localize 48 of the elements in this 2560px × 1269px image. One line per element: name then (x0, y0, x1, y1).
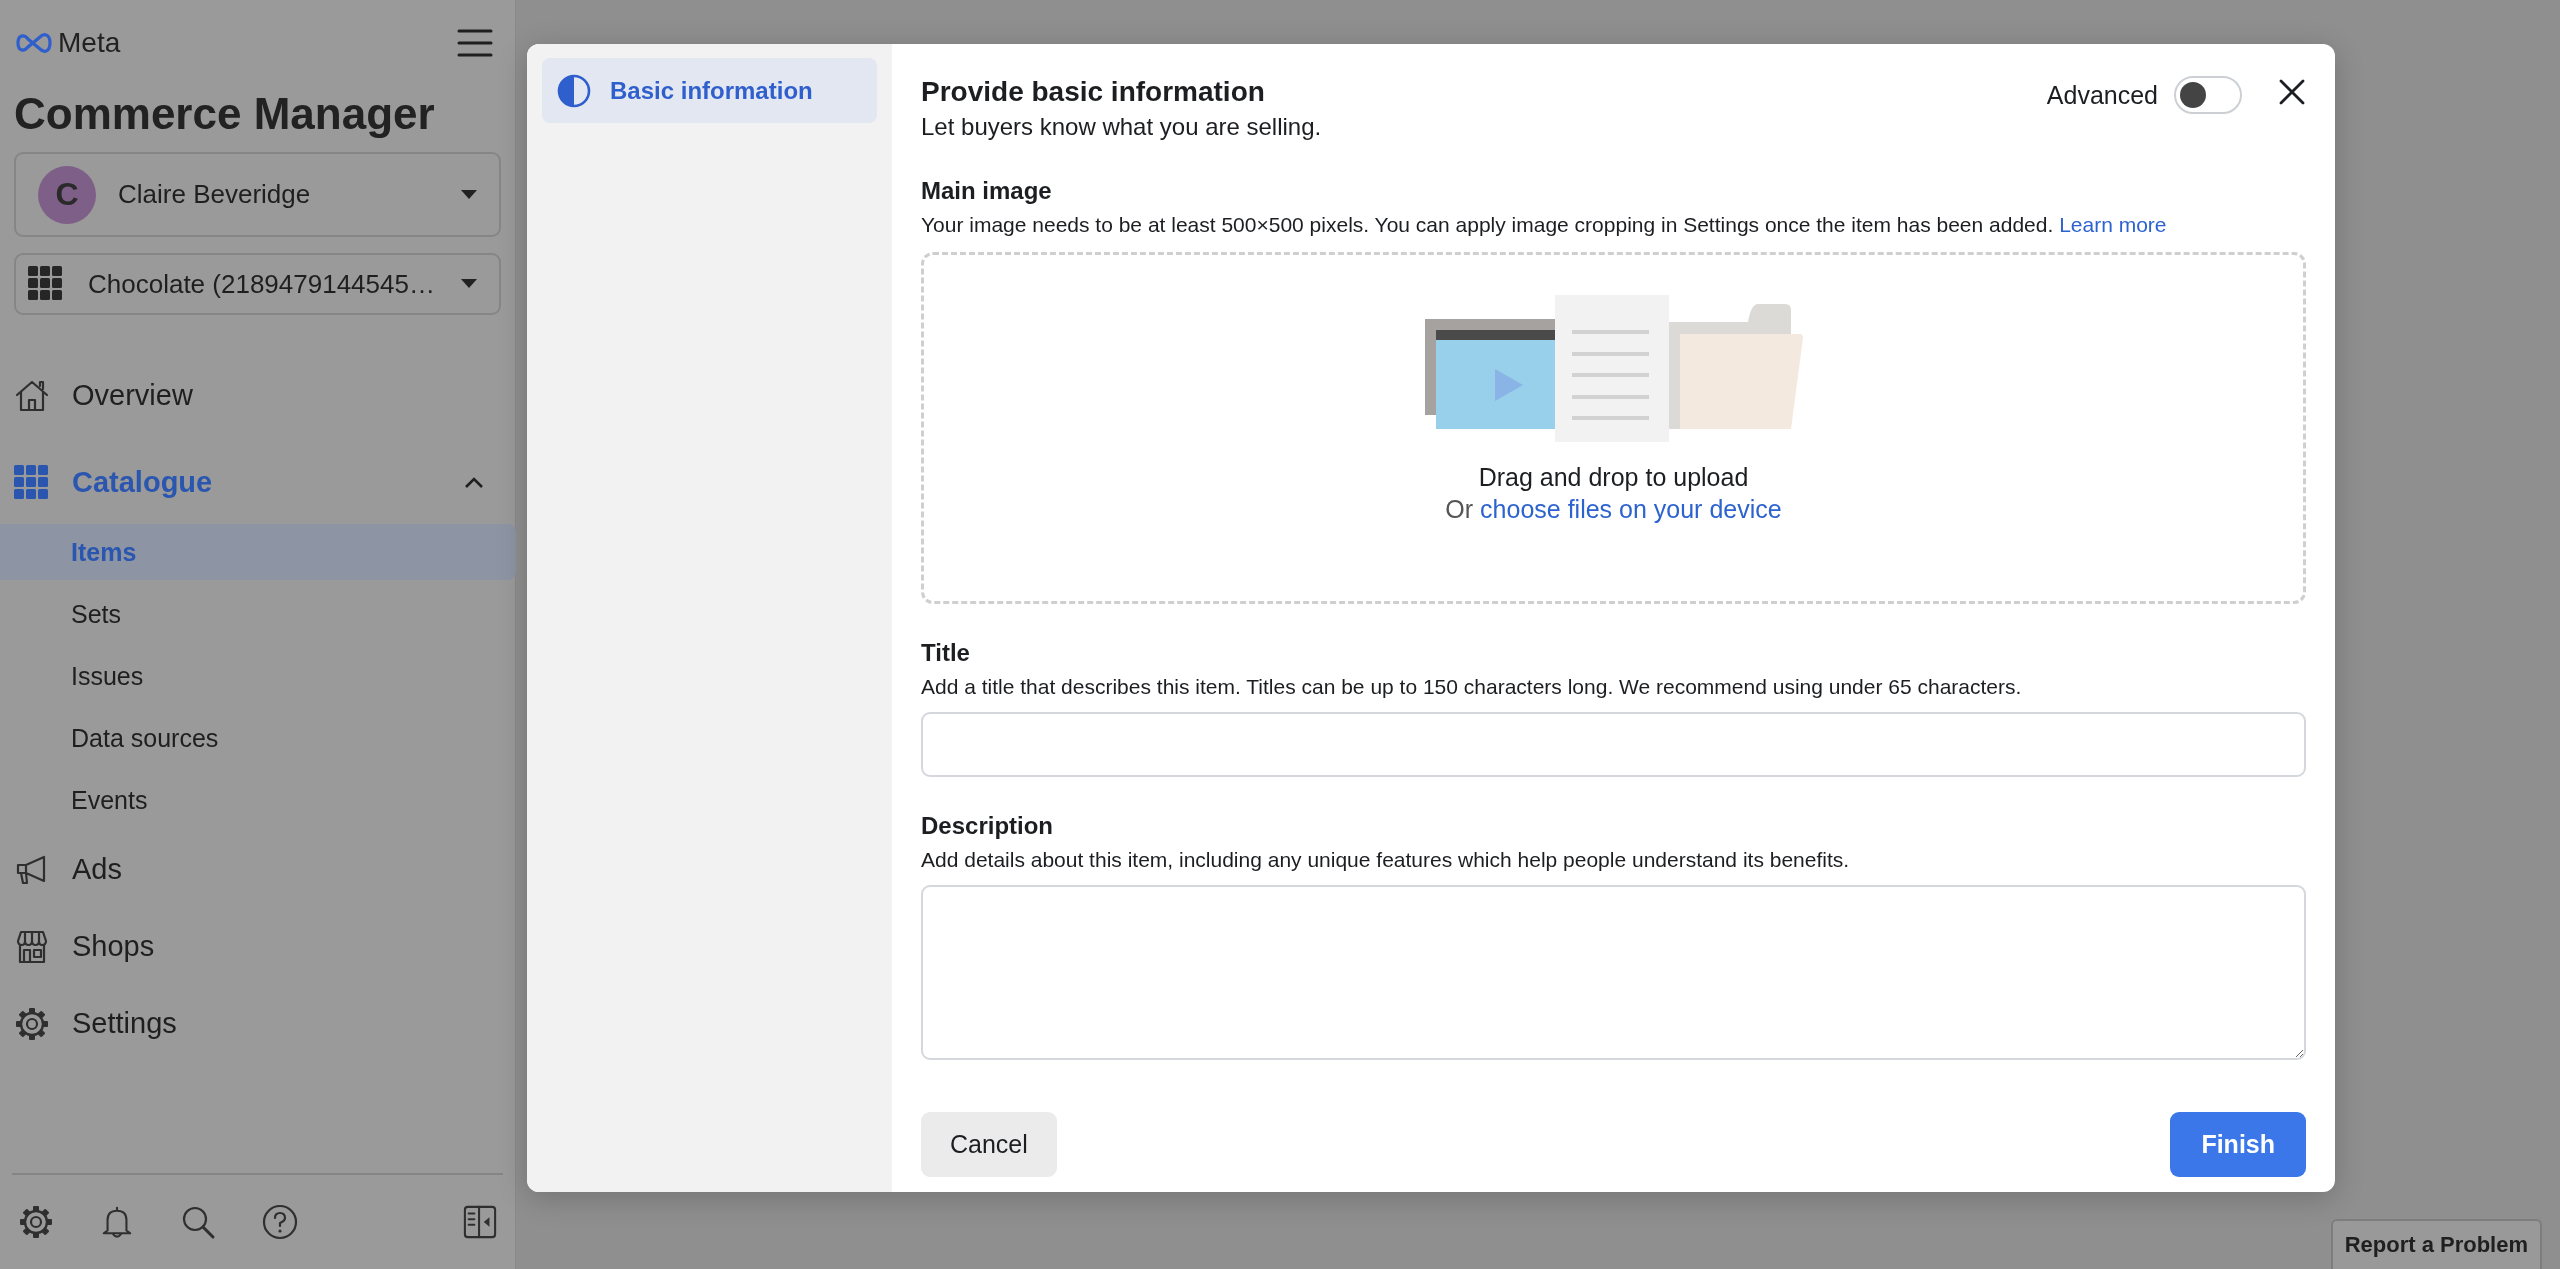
search-icon[interactable] (180, 1204, 216, 1240)
cancel-button[interactable]: Cancel (921, 1112, 1057, 1177)
bell-icon[interactable] (100, 1204, 134, 1240)
menu-icon[interactable] (457, 28, 493, 58)
field-label: Title (921, 638, 971, 668)
grid-icon (14, 464, 50, 501)
nav-subitem[interactable]: Data sources (0, 710, 516, 766)
upload-dropzone[interactable]: Drag and drop to upload Or choose files on your device (921, 252, 2306, 604)
learn-more-link[interactable]: Learn more (2059, 213, 2167, 236)
help-text: Add details about this item, including any unique features which help people understand its benefits. (921, 847, 1851, 873)
finish-button[interactable]: Finish (2170, 1112, 2306, 1177)
account-dropdown[interactable]: C Claire Beveridge (14, 152, 501, 237)
dialog-subtitle: Let buyers know what you are selling. (921, 112, 1323, 142)
nav-subitem[interactable]: Sets (0, 586, 516, 642)
help-text: Add a title that describes this item. Titles can be up to 150 characters long. We recommend using under 65 characters. (921, 674, 2023, 700)
or-label: Or (1445, 495, 1474, 523)
caret-down-icon (461, 279, 477, 289)
nav-item[interactable]: Settings (0, 985, 516, 1062)
avatar: C (38, 165, 96, 224)
choose-files-link[interactable]: choose files on your device (1480, 495, 1782, 523)
advanced-label: Advanced (2046, 80, 2158, 110)
gear-icon (14, 1005, 50, 1042)
nav-item[interactable]: Ads (0, 831, 516, 908)
dialog-title: Provide basic information (921, 75, 1266, 109)
infinity-logo-icon (14, 32, 54, 54)
panel-toggle-icon[interactable] (463, 1204, 497, 1240)
advanced-toggle[interactable] (2174, 76, 2242, 114)
help-icon[interactable] (262, 1204, 298, 1240)
section-heading: Main image (921, 176, 1053, 206)
grid-icon (28, 266, 64, 302)
brand-name: Meta (58, 27, 121, 59)
app-title: Commerce Manager (14, 88, 436, 140)
nav-subitem[interactable]: Events (0, 772, 516, 828)
nav-subitem[interactable]: Issues (0, 648, 516, 704)
help-text: Your image needs to be at least 500×500 pixels. You can apply image cropping in Settings once the item has been added. Learn more (921, 212, 2168, 238)
half-circle-icon (556, 72, 592, 109)
field-label: Description (921, 811, 1055, 841)
step-tab[interactable]: Basic information (542, 58, 877, 123)
report-problem-button[interactable]: Report a Problem (2330, 1219, 2542, 1269)
catalogue-dropdown[interactable]: Chocolate (2189479144545… (14, 253, 501, 315)
caret-down-icon (461, 189, 477, 200)
drop-instruction: Drag and drop to upload (1478, 462, 1749, 492)
nav-item[interactable]: Overview (0, 357, 516, 434)
shop-icon (14, 928, 50, 965)
settings-icon[interactable] (18, 1204, 54, 1240)
close-icon[interactable] (2278, 78, 2306, 106)
title-input[interactable] (921, 712, 2306, 777)
nav-item[interactable]: Shops (0, 908, 516, 985)
